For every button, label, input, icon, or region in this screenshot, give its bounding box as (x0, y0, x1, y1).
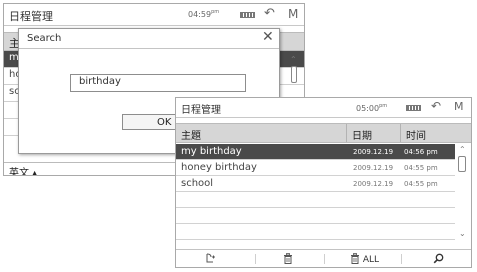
divider (401, 254, 402, 264)
dialog-title: Search (27, 33, 62, 44)
column-header-date[interactable]: 日期 (352, 127, 372, 142)
search-icon (433, 253, 444, 264)
battery-icon (406, 105, 421, 111)
divider (19, 48, 279, 49)
menu-icon[interactable]: M (288, 7, 298, 21)
trash-icon (284, 253, 292, 264)
table-row[interactable] (176, 224, 455, 240)
scrollbar-thumb[interactable] (458, 156, 466, 172)
menu-icon[interactable]: M (454, 100, 464, 113)
cell-subject: honey birthday (181, 162, 257, 173)
close-icon[interactable]: ✕ (262, 29, 274, 45)
divider (346, 124, 347, 142)
cell-date: 2009.12.19 (353, 164, 394, 172)
bottom-toolbar: ALL (176, 249, 471, 267)
status-bar: 日程管理 04:59pm ↶ M (4, 4, 304, 26)
back-icon[interactable]: ↶ (431, 99, 441, 113)
cell-time: 04:55 pm (404, 164, 438, 172)
table-row[interactable] (176, 192, 455, 208)
clock: 04:59pm (188, 9, 220, 19)
delete-all-label: ALL (362, 255, 380, 265)
cell-subject: my birthday (181, 146, 242, 157)
schedule-results-screen: 日程管理 05:00pm ↶ M 主題 日期 时间 my birthday 20… (175, 97, 472, 268)
clock: 05:00pm (356, 103, 388, 113)
app-title: 日程管理 (181, 105, 221, 116)
scroll-up-icon[interactable]: ⌃ (290, 55, 297, 64)
cell-date: 2009.12.19 (353, 180, 394, 188)
cell-time: 04:55 pm (404, 180, 438, 188)
search-input[interactable]: birthday (70, 74, 246, 92)
back-icon[interactable]: ↶ (264, 6, 275, 21)
scroll-down-icon[interactable]: ⌄ (459, 229, 466, 238)
table-row[interactable]: my birthday 2009.12.19 04:56 pm (176, 144, 455, 160)
cell-time: 04:56 pm (404, 148, 438, 156)
new-entry-button[interactable] (204, 252, 216, 267)
cell-subject: school (181, 178, 214, 189)
app-title: 日程管理 (9, 10, 53, 23)
scroll-up-icon[interactable]: ⌃ (459, 145, 466, 154)
search-button[interactable] (433, 253, 444, 267)
divider (400, 124, 401, 142)
column-header-subject[interactable]: 主題 (181, 127, 201, 142)
column-header-time[interactable]: 时间 (406, 127, 426, 142)
delete-all-button[interactable]: ALL (350, 253, 380, 267)
column-header: 主題 日期 时间 (176, 123, 471, 143)
table-row[interactable]: honey birthday 2009.12.19 04:55 pm (176, 160, 455, 176)
input-method-toggle[interactable]: 英文 ▴ (9, 164, 37, 175)
divider (255, 254, 256, 264)
new-entry-icon (206, 253, 215, 263)
table-row[interactable] (176, 208, 455, 224)
trash-icon (351, 253, 359, 264)
scrollbar-thumb[interactable] (291, 66, 297, 83)
battery-icon (240, 12, 255, 18)
cell-date: 2009.12.19 (353, 148, 394, 156)
delete-button[interactable] (283, 253, 293, 267)
table-row[interactable]: school 2009.12.19 04:55 pm (176, 176, 455, 192)
status-bar: 日程管理 05:00pm ↶ M (176, 98, 471, 118)
divider (324, 254, 325, 264)
